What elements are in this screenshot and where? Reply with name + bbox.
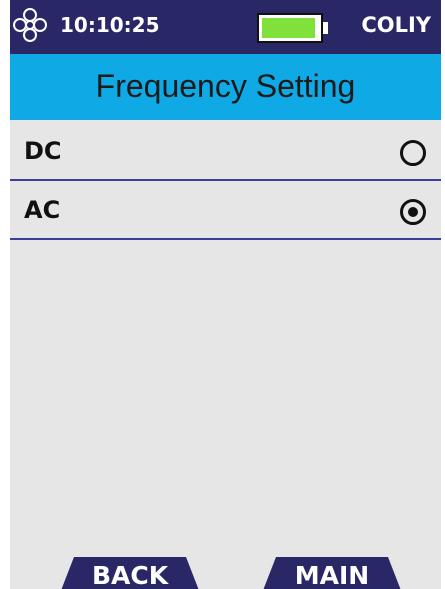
status-bar: 10:10:25 COLIY — [10, 0, 441, 54]
radio-selected-dot — [408, 207, 418, 217]
option-ac[interactable]: AC — [10, 182, 441, 240]
option-dc[interactable]: DC — [10, 123, 441, 181]
flower-logo-icon — [13, 8, 47, 42]
main-button[interactable]: MAIN — [262, 557, 402, 589]
status-time: 10:10:25 — [60, 13, 160, 37]
battery-tip — [323, 22, 328, 34]
option-ac-label: AC — [24, 196, 61, 224]
radio-button-dc[interactable] — [400, 140, 426, 166]
back-button-label: BACK — [91, 561, 169, 589]
page-title: Frequency Setting — [95, 68, 356, 104]
back-button[interactable]: BACK — [60, 557, 200, 589]
radio-button-ac[interactable] — [400, 199, 426, 225]
title-bar: Frequency Setting — [10, 54, 441, 120]
battery-icon — [257, 13, 323, 43]
battery-level — [262, 18, 315, 38]
main-button-label: MAIN — [294, 561, 370, 589]
device-screen: 10:10:25 COLIY Frequency Setting DC AC B… — [10, 0, 441, 589]
option-dc-label: DC — [24, 137, 62, 165]
brand-name: COLIY — [361, 13, 431, 37]
